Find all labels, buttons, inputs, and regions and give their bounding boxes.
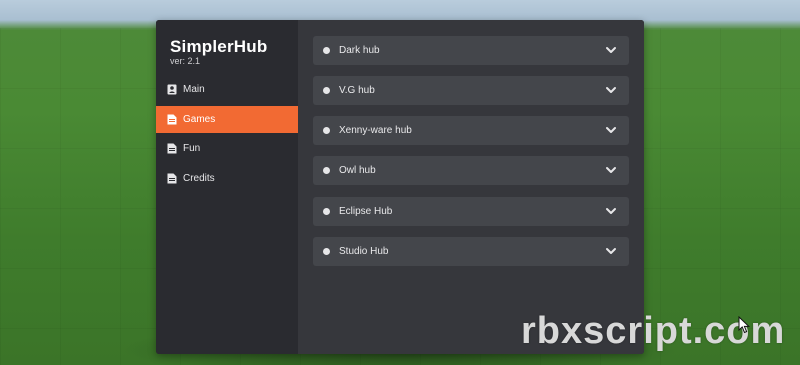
sidebar-item-main[interactable]: Main: [156, 76, 298, 103]
app-version: ver: 2.1: [170, 56, 201, 66]
person-card-icon: [167, 84, 177, 95]
document-icon: [167, 173, 177, 184]
dropdown-studio-hub[interactable]: Studio Hub: [313, 237, 629, 266]
dropdown-label: Eclipse Hub: [339, 206, 393, 217]
sidebar-item-label: Credits: [183, 173, 215, 184]
hub-window: SimplerHub ver: 2.1 Main Games Fun Credi…: [156, 20, 644, 354]
sidebar-item-games[interactable]: Games: [156, 106, 298, 133]
sidebar-item-label: Games: [183, 114, 216, 125]
app-title: SimplerHub: [170, 37, 268, 56]
dropdown-eclipse-hub[interactable]: Eclipse Hub: [313, 197, 629, 226]
content-panel: [298, 20, 644, 354]
sidebar: SimplerHub ver: 2.1 Main Games Fun Credi…: [156, 20, 298, 354]
chevron-down-icon: [606, 208, 616, 214]
chevron-down-icon: [606, 127, 616, 133]
bullet-icon: [323, 87, 330, 94]
bullet-icon: [323, 127, 330, 134]
chevron-down-icon: [606, 248, 616, 254]
chevron-down-icon: [606, 167, 616, 173]
sidebar-item-credits[interactable]: Credits: [156, 165, 298, 192]
mouse-cursor-icon: [738, 316, 750, 334]
bullet-icon: [323, 47, 330, 54]
bullet-icon: [323, 167, 330, 174]
dropdown-label: V.G hub: [339, 85, 375, 96]
dropdown-label: Xenny-ware hub: [339, 125, 412, 136]
chevron-down-icon: [606, 47, 616, 53]
bullet-icon: [323, 248, 330, 255]
dropdown-label: Dark hub: [339, 45, 380, 56]
dropdown-xenny-ware-hub[interactable]: Xenny-ware hub: [313, 116, 629, 145]
dropdown-vg-hub[interactable]: V.G hub: [313, 76, 629, 105]
dropdown-label: Studio Hub: [339, 246, 389, 257]
dropdown-owl-hub[interactable]: Owl hub: [313, 156, 629, 185]
dropdown-dark-hub[interactable]: Dark hub: [313, 36, 629, 65]
dropdown-label: Owl hub: [339, 165, 376, 176]
sidebar-item-fun[interactable]: Fun: [156, 135, 298, 162]
sidebar-item-label: Fun: [183, 143, 201, 154]
chevron-down-icon: [606, 87, 616, 93]
sidebar-item-label: Main: [183, 84, 205, 95]
document-icon: [167, 114, 177, 125]
document-icon: [167, 143, 177, 154]
bullet-icon: [323, 208, 330, 215]
